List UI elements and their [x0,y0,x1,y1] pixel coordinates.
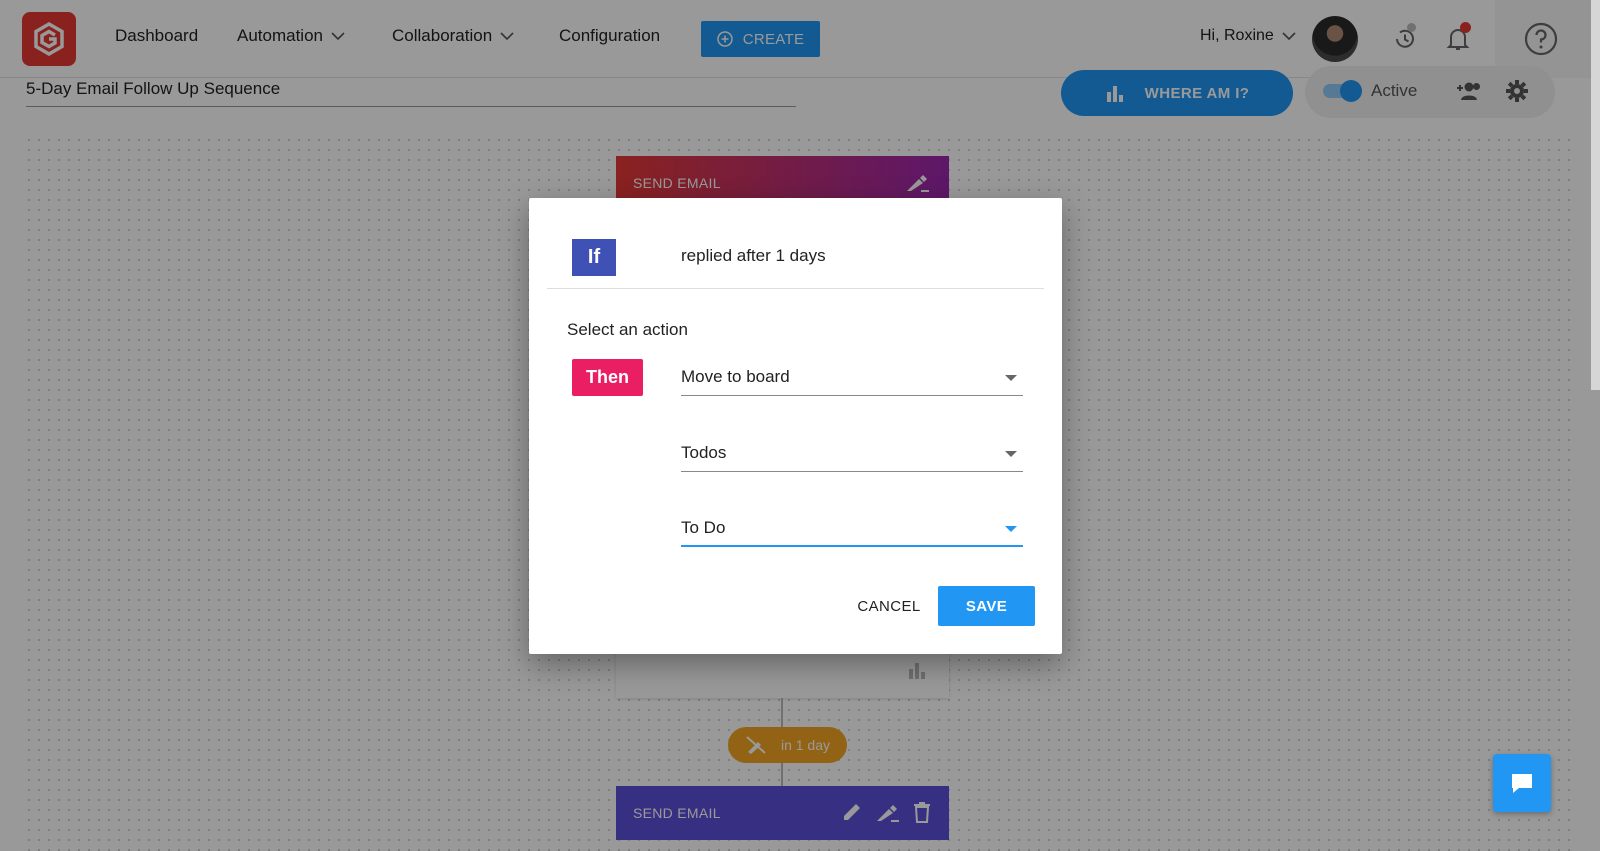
save-button[interactable]: SAVE [938,586,1035,626]
column-select[interactable]: To Do [681,509,1023,547]
cancel-button[interactable]: CANCEL [840,586,938,626]
page-scrollbar[interactable] [1591,0,1600,390]
board-select[interactable]: Todos [681,434,1023,472]
if-badge: If [572,239,616,276]
chat-icon [1512,774,1532,793]
select-action-label: Select an action [567,320,688,339]
dropdown-arrow-icon [1005,451,1017,457]
chat-widget-button[interactable] [1493,754,1551,812]
action-select[interactable]: Move to board [681,358,1023,396]
board-select-value: Todos [681,443,727,462]
action-dialog: If replied after 1 days Select an action… [529,198,1062,654]
action-select-value: Move to board [681,367,790,386]
condition-text: replied after 1 days [681,246,826,265]
then-badge: Then [572,359,643,396]
dropdown-arrow-icon [1005,375,1017,381]
column-select-value: To Do [681,518,726,537]
dropdown-arrow-icon [1005,526,1017,532]
dialog-divider [547,288,1044,289]
